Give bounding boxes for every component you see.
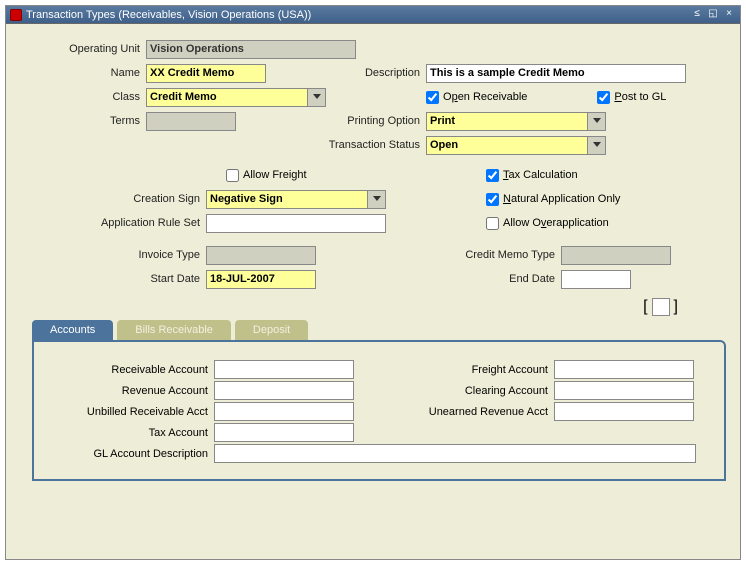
operating-unit-label: Operating Unit bbox=[26, 43, 146, 55]
close-button[interactable]: × bbox=[722, 8, 736, 22]
start-date-label: Start Date bbox=[26, 273, 206, 285]
receivable-account-field[interactable] bbox=[214, 360, 354, 379]
post-to-gl-checkbox[interactable]: Post to GL bbox=[597, 91, 666, 104]
invoice-type-field[interactable] bbox=[206, 246, 316, 265]
clearing-account-label: Clearing Account bbox=[354, 385, 554, 397]
natural-application-checkbox[interactable]: Natural Application Only bbox=[486, 193, 620, 206]
freight-account-field[interactable] bbox=[554, 360, 694, 379]
gl-account-description-field[interactable] bbox=[214, 444, 696, 463]
allow-overapplication-checkbox[interactable]: Allow Overapplication bbox=[486, 217, 609, 230]
tax-account-field[interactable] bbox=[214, 423, 354, 442]
terms-label: Terms bbox=[26, 115, 146, 127]
accounts-panel: Receivable Account Freight Account Reven… bbox=[32, 340, 726, 481]
class-label: Class bbox=[26, 91, 146, 103]
operating-unit-field[interactable] bbox=[146, 40, 356, 59]
unearned-revenue-acct-field[interactable] bbox=[554, 402, 694, 421]
application-rule-set-label: Application Rule Set bbox=[26, 217, 206, 229]
credit-memo-type-field[interactable] bbox=[561, 246, 671, 265]
maximize-button[interactable]: ◱ bbox=[706, 8, 720, 22]
tax-calculation-input[interactable] bbox=[486, 169, 499, 182]
name-field[interactable] bbox=[146, 64, 266, 83]
class-select[interactable] bbox=[146, 88, 326, 107]
post-to-gl-input[interactable] bbox=[597, 91, 610, 104]
name-label: Name bbox=[26, 67, 146, 79]
allow-freight-input[interactable] bbox=[226, 169, 239, 182]
creation-sign-label: Creation Sign bbox=[26, 193, 206, 205]
oracle-logo-icon bbox=[10, 9, 22, 21]
revenue-account-label: Revenue Account bbox=[54, 385, 214, 397]
titlebar: Transaction Types (Receivables, Vision O… bbox=[6, 6, 740, 24]
unbilled-receivable-acct-label: Unbilled Receivable Acct bbox=[54, 406, 214, 418]
tab-accounts[interactable]: Accounts bbox=[32, 320, 113, 340]
unbilled-receivable-acct-field[interactable] bbox=[214, 402, 354, 421]
printing-option-label: Printing Option bbox=[236, 115, 426, 127]
transaction-status-label: Transaction Status bbox=[236, 139, 426, 151]
revenue-account-field[interactable] bbox=[214, 381, 354, 400]
open-receivable-input[interactable] bbox=[426, 91, 439, 104]
end-date-label: End Date bbox=[316, 273, 561, 285]
gl-account-description-label: GL Account Description bbox=[54, 448, 214, 460]
clearing-account-field[interactable] bbox=[554, 381, 694, 400]
application-rule-set-field[interactable] bbox=[206, 214, 386, 233]
description-field[interactable] bbox=[426, 64, 686, 83]
terms-field[interactable] bbox=[146, 112, 236, 131]
description-label: Description bbox=[266, 67, 426, 79]
credit-memo-type-label: Credit Memo Type bbox=[316, 249, 561, 261]
unearned-revenue-acct-label: Unearned Revenue Acct bbox=[354, 406, 554, 418]
tab-bills-receivable[interactable]: Bills Receivable bbox=[117, 320, 231, 340]
allow-freight-checkbox[interactable]: Allow Freight bbox=[226, 169, 426, 182]
receivable-account-label: Receivable Account bbox=[54, 364, 214, 376]
bracket-field[interactable] bbox=[652, 298, 670, 316]
open-receivable-checkbox[interactable]: Open Receivable bbox=[426, 91, 527, 104]
natural-application-input[interactable] bbox=[486, 193, 499, 206]
freight-account-label: Freight Account bbox=[354, 364, 554, 376]
end-date-field[interactable] bbox=[561, 270, 631, 289]
creation-sign-select[interactable] bbox=[206, 190, 386, 209]
tax-account-label: Tax Account bbox=[54, 427, 214, 439]
window-title: Transaction Types (Receivables, Vision O… bbox=[26, 9, 688, 21]
start-date-field[interactable] bbox=[206, 270, 316, 289]
transaction-types-window: Transaction Types (Receivables, Vision O… bbox=[5, 5, 741, 560]
tab-bar: Accounts Bills Receivable Deposit bbox=[32, 320, 726, 340]
form-area: Operating Unit Name Description Class Op… bbox=[6, 24, 740, 316]
tax-calculation-checkbox[interactable]: Tax Calculation bbox=[486, 169, 578, 182]
bracket-indicator: [ ] bbox=[26, 298, 720, 316]
printing-option-select[interactable] bbox=[426, 112, 606, 131]
tab-deposit[interactable]: Deposit bbox=[235, 320, 308, 340]
minimize-button[interactable]: ≤ bbox=[690, 8, 704, 22]
transaction-status-select[interactable] bbox=[426, 136, 606, 155]
invoice-type-label: Invoice Type bbox=[26, 249, 206, 261]
allow-overapplication-input[interactable] bbox=[486, 217, 499, 230]
